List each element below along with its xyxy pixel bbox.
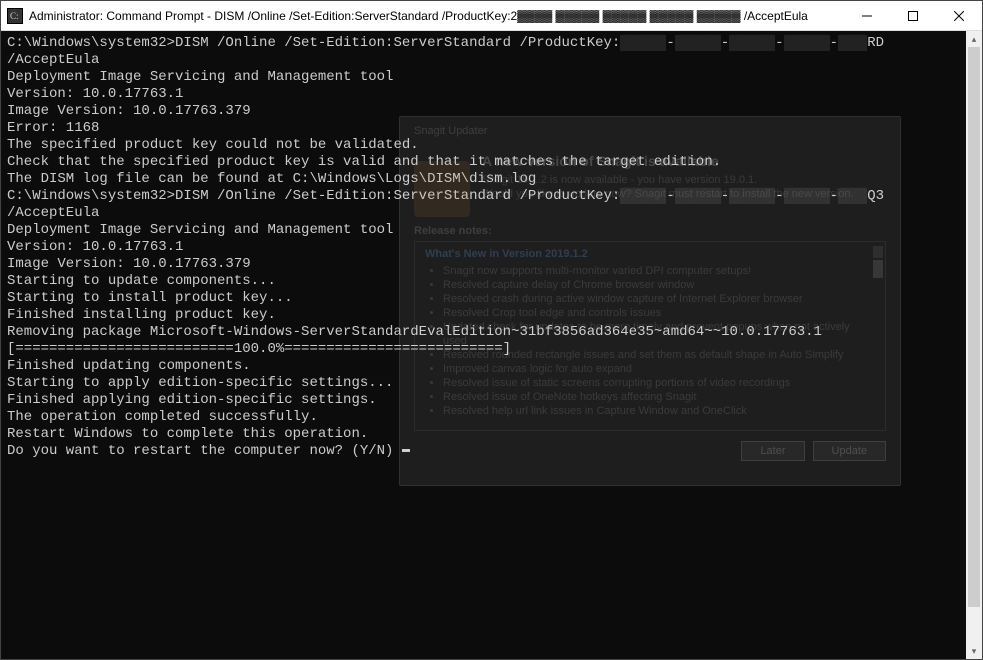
redacted-text: ▓▓▓▓▓ [620, 35, 666, 51]
terminal-line: Image Version: 10.0.17763.379 [7, 103, 962, 120]
terminal-line: C:\Windows\system32>DISM /Online /Set-Ed… [7, 35, 962, 69]
terminal-line: Finished applying edition-specific setti… [7, 392, 962, 409]
close-button[interactable] [936, 1, 982, 31]
redacted-text: ▓▓▓▓▓ [620, 188, 666, 204]
terminal-line: The DISM log file can be found at C:\Win… [7, 171, 962, 188]
redacted-text: ▓▓▓ [838, 188, 867, 204]
terminal-line: The operation completed successfully. [7, 409, 962, 426]
terminal-line: Removing package Microsoft-Windows-Serve… [7, 324, 962, 341]
terminal-line: Finished installing product key. [7, 307, 962, 324]
window-controls [844, 1, 982, 31]
redacted-text: ▓▓▓▓▓ [784, 188, 830, 204]
vertical-scrollbar[interactable]: ▴ ▾ [966, 31, 982, 659]
svg-text:C:: C: [10, 11, 19, 21]
terminal-line: Deployment Image Servicing and Managemen… [7, 69, 962, 86]
terminal-line: Version: 10.0.17763.1 [7, 86, 962, 103]
terminal-line: Starting to update components... [7, 273, 962, 290]
scroll-up-icon[interactable]: ▴ [966, 31, 982, 47]
terminal-line: The specified product key could not be v… [7, 137, 962, 154]
redacted-text: ▓▓▓ [838, 35, 867, 51]
cursor-icon [402, 449, 410, 452]
terminal-area: C:\Windows\system32>DISM /Online /Set-Ed… [1, 31, 982, 659]
terminal-line: Starting to apply edition-specific setti… [7, 375, 962, 392]
terminal-line: Image Version: 10.0.17763.379 [7, 256, 962, 273]
terminal-output[interactable]: C:\Windows\system32>DISM /Online /Set-Ed… [1, 31, 966, 659]
redacted-text: ▓▓▓▓▓ [675, 35, 721, 51]
terminal-line: Check that the specified product key is … [7, 154, 962, 171]
terminal-line: C:\Windows\system32>DISM /Online /Set-Ed… [7, 188, 962, 222]
redacted-text: ▓▓▓▓▓ [675, 188, 721, 204]
maximize-button[interactable] [890, 1, 936, 31]
window-title: Administrator: Command Prompt - DISM /On… [29, 9, 844, 23]
command-prompt-window: C: Administrator: Command Prompt - DISM … [0, 0, 983, 660]
redacted-text: ▓▓▓▓▓ [729, 35, 775, 51]
minimize-button[interactable] [844, 1, 890, 31]
terminal-line: Starting to install product key... [7, 290, 962, 307]
terminal-line: Version: 10.0.17763.1 [7, 239, 962, 256]
terminal-line: Deployment Image Servicing and Managemen… [7, 222, 962, 239]
terminal-line: [==========================100.0%=======… [7, 341, 962, 358]
redacted-text: ▓▓▓▓▓ [729, 188, 775, 204]
scroll-thumb[interactable] [968, 47, 980, 607]
terminal-line: Finished updating components. [7, 358, 962, 375]
cmd-icon: C: [7, 8, 23, 24]
terminal-line: Do you want to restart the computer now?… [7, 443, 962, 460]
terminal-line: Error: 1168 [7, 120, 962, 137]
redacted-text: ▓▓▓▓▓ [784, 35, 830, 51]
titlebar: C: Administrator: Command Prompt - DISM … [1, 1, 982, 31]
scroll-down-icon[interactable]: ▾ [966, 643, 982, 659]
terminal-line: Restart Windows to complete this operati… [7, 426, 962, 443]
